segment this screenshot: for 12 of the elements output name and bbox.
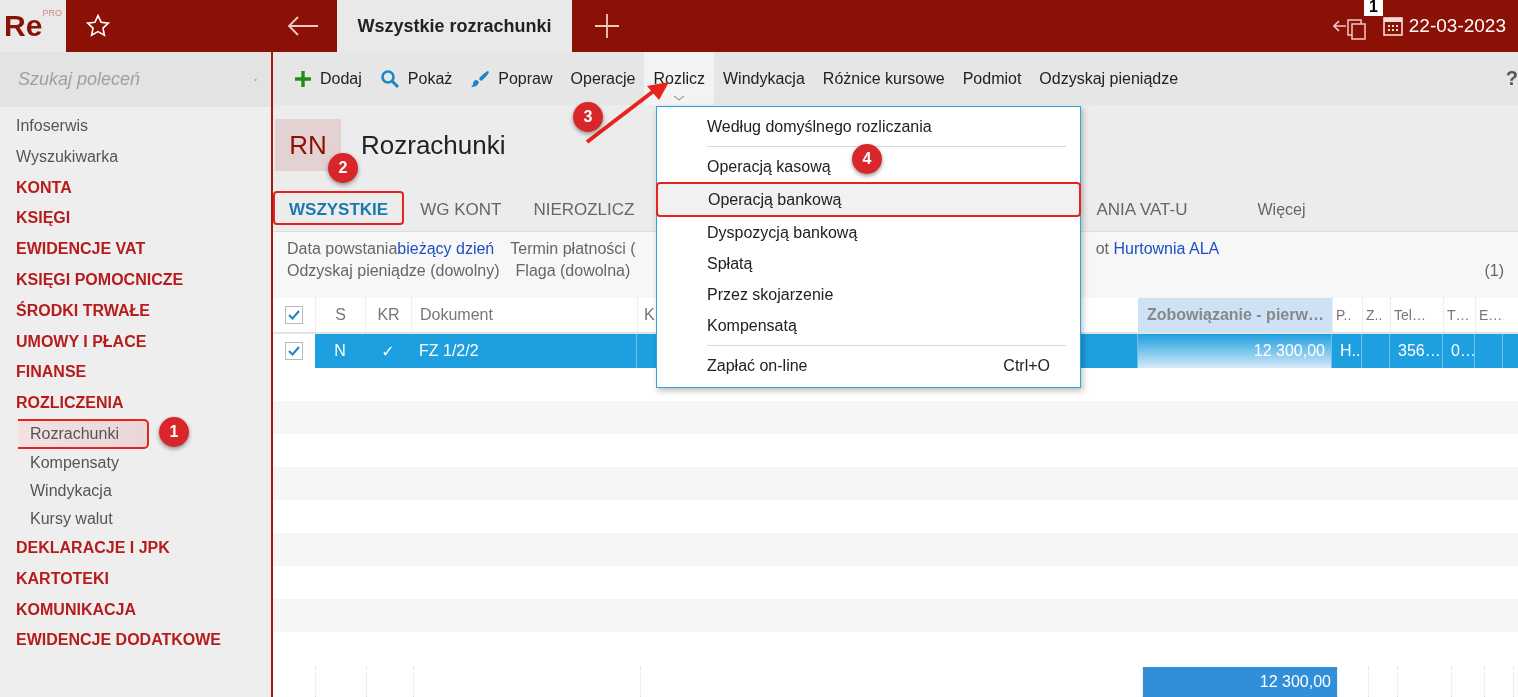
table-cell: 356…	[1398, 342, 1441, 360]
table-cell: FZ 1/2/2	[419, 342, 479, 360]
total-cell: 12 300,00	[1143, 667, 1337, 697]
table-cell: 0…	[1451, 342, 1476, 360]
page-title: Rozrachunki	[361, 129, 506, 161]
window-count-badge: 1	[1363, 0, 1383, 16]
table-cell: N	[334, 342, 346, 360]
app-logo: Re$^{PRO}$	[0, 0, 66, 52]
table-cell: 12 300,00	[1253, 342, 1325, 360]
record-count: (1)	[1484, 262, 1504, 281]
table-cell: ✓	[381, 341, 395, 361]
table-cell: H..	[1340, 342, 1361, 360]
